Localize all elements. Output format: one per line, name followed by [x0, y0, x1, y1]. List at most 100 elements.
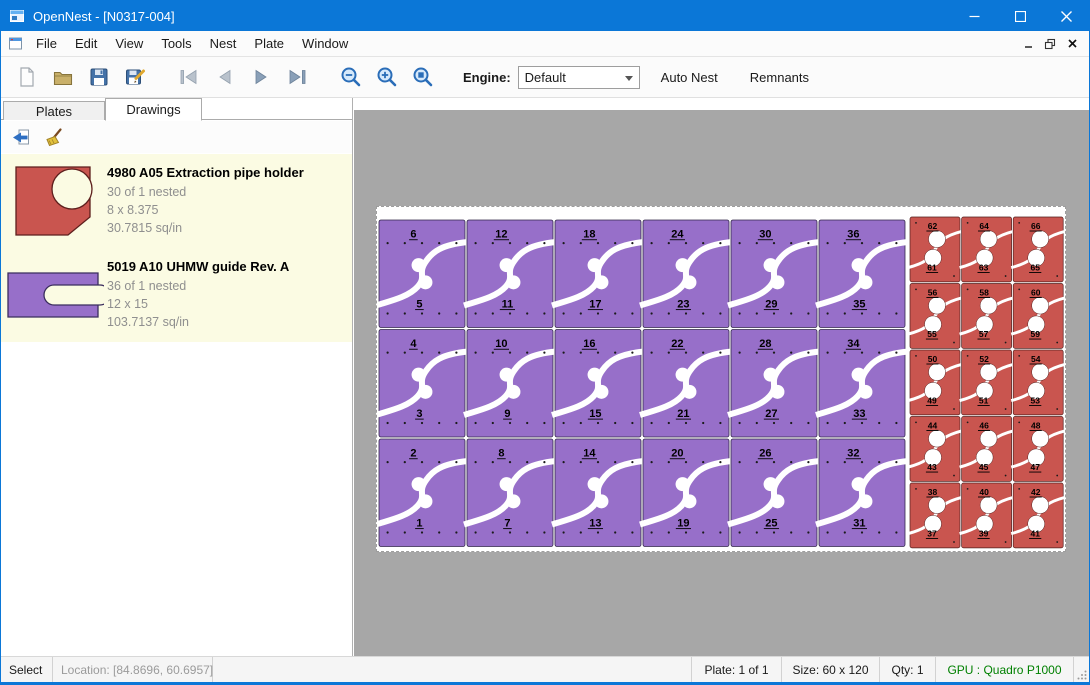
save-as-icon [124, 66, 146, 88]
part-number: 49 [927, 396, 937, 406]
drill-hole [492, 461, 494, 463]
purple-part-pair[interactable]: 21 [377, 439, 468, 547]
tab-plates[interactable]: Plates [3, 101, 105, 120]
mdi-restore-button[interactable] [1039, 35, 1061, 53]
mdi-close-button[interactable] [1061, 35, 1083, 53]
drill-hole [861, 242, 863, 244]
part-number: 20 [671, 448, 683, 460]
maximize-button[interactable] [997, 1, 1043, 31]
purple-part-pair[interactable]: 1413 [552, 439, 644, 547]
red-part-pair[interactable]: 6261 [908, 217, 962, 282]
drill-hole [580, 422, 582, 424]
red-part-pair[interactable]: 4443 [908, 417, 962, 482]
menu-item-view[interactable]: View [106, 31, 152, 57]
purple-part-pair[interactable]: 65 [377, 220, 468, 328]
red-part-pair[interactable]: 4039 [960, 483, 1014, 548]
drill-hole [756, 352, 758, 354]
status-plate-size: Size: 60 x 120 [781, 657, 879, 682]
new-button[interactable] [9, 60, 45, 94]
drill-hole [668, 352, 670, 354]
red-part-pair[interactable]: 4847 [1011, 417, 1065, 482]
open-button[interactable] [45, 60, 81, 94]
menu-item-edit[interactable]: Edit [66, 31, 106, 57]
purple-part-pair[interactable]: 2423 [640, 220, 732, 328]
drill-hole [844, 352, 846, 354]
purple-part-pair[interactable]: 2019 [640, 439, 732, 547]
drawing-item-uhmw-guide[interactable]: 5019 A10 UHMW guide Rev. A 36 of 1 neste… [1, 248, 352, 342]
part-number: 53 [1030, 396, 1040, 406]
red-part-pair[interactable]: 6059 [1011, 284, 1065, 349]
previous-plate-button[interactable] [207, 60, 243, 94]
purple-part-pair[interactable]: 1615 [552, 330, 644, 438]
drill-hole [475, 352, 477, 354]
red-part-pair[interactable]: 4241 [1011, 483, 1065, 548]
first-plate-button[interactable] [171, 60, 207, 94]
minimize-button[interactable] [951, 1, 997, 31]
drill-hole [1018, 222, 1020, 224]
red-part-pair[interactable]: 6463 [960, 217, 1014, 282]
purple-part-pair[interactable]: 3029 [728, 220, 820, 328]
plate-sheet[interactable]: 6512111817242330293635431091615222128273… [376, 206, 1066, 552]
last-plate-button[interactable] [279, 60, 315, 94]
menu-item-tools[interactable]: Tools [152, 31, 200, 57]
drill-hole [702, 422, 704, 424]
drill-hole [455, 352, 457, 354]
purple-part-pair[interactable]: 1211 [464, 220, 556, 328]
red-part-pair[interactable]: 5049 [908, 350, 962, 415]
zoom-out-button[interactable] [333, 60, 369, 94]
red-part-pair[interactable]: 6665 [1011, 217, 1065, 282]
red-part-pair[interactable]: 5655 [908, 284, 962, 349]
resize-grip[interactable] [1073, 657, 1089, 682]
red-part-pair[interactable]: 5251 [960, 350, 1014, 415]
nest-canvas[interactable]: 6512111817242330293635431091615222128273… [354, 98, 1089, 656]
red-part-pair[interactable]: 5453 [1011, 350, 1065, 415]
part-number: 34 [847, 338, 860, 350]
purple-part-pair[interactable]: 3433 [816, 330, 908, 438]
purple-part-pair[interactable]: 2827 [728, 330, 820, 438]
auto-nest-button[interactable]: Auto Nest [650, 63, 729, 92]
engine-select[interactable]: Default [518, 66, 640, 89]
zoom-fit-button[interactable] [405, 60, 441, 94]
save-as-button[interactable] [117, 60, 153, 94]
purple-part-pair[interactable]: 2221 [640, 330, 732, 438]
menu-bar: File Edit View Tools Nest Plate Window [1, 31, 1089, 57]
red-part-pair[interactable]: 4645 [960, 417, 1014, 482]
part-number: 24 [671, 229, 684, 241]
zoom-in-button[interactable] [369, 60, 405, 94]
purple-part-pair[interactable]: 109 [464, 330, 556, 438]
pipe-hole-cutout [980, 430, 997, 447]
drill-hole [685, 531, 687, 533]
drawing-item-extraction-pipe-holder[interactable]: 4980 A05 Extraction pipe holder 30 of 1 … [1, 154, 352, 248]
purple-part-pair[interactable]: 3635 [816, 220, 908, 328]
menu-item-plate[interactable]: Plate [245, 31, 293, 57]
clear-button[interactable] [40, 124, 67, 151]
purple-part-pair[interactable]: 3231 [816, 439, 908, 547]
purple-part-pair[interactable]: 87 [464, 439, 556, 547]
purple-part-pair[interactable]: 43 [377, 330, 468, 438]
purple-part-pair[interactable]: 1817 [552, 220, 644, 328]
drill-hole [421, 242, 423, 244]
menu-item-nest[interactable]: Nest [201, 31, 246, 57]
slot-cutout [594, 494, 608, 508]
tab-drawings[interactable]: Drawings [105, 98, 202, 121]
drill-hole [438, 422, 440, 424]
drill-hole [719, 531, 721, 533]
drill-hole [455, 422, 457, 424]
menu-item-file[interactable]: File [27, 31, 66, 57]
save-button[interactable] [81, 60, 117, 94]
mdi-minimize-button[interactable] [1017, 35, 1039, 53]
return-part-button[interactable] [7, 124, 34, 151]
document-icon[interactable] [8, 36, 23, 51]
red-part-pair[interactable]: 3837 [908, 483, 962, 548]
red-part-pair[interactable]: 5857 [960, 284, 1014, 349]
drill-hole [509, 242, 511, 244]
resize-grip-icon [1077, 670, 1087, 680]
slot-cutout [418, 494, 432, 508]
purple-part-pair[interactable]: 2625 [728, 439, 820, 547]
drill-hole [790, 242, 792, 244]
remnants-button[interactable]: Remnants [739, 63, 820, 92]
close-button[interactable] [1043, 1, 1089, 31]
next-plate-button[interactable] [243, 60, 279, 94]
menu-item-window[interactable]: Window [293, 31, 357, 57]
nest-plate-svg[interactable]: 6512111817242330293635431091615222128273… [377, 207, 1065, 551]
